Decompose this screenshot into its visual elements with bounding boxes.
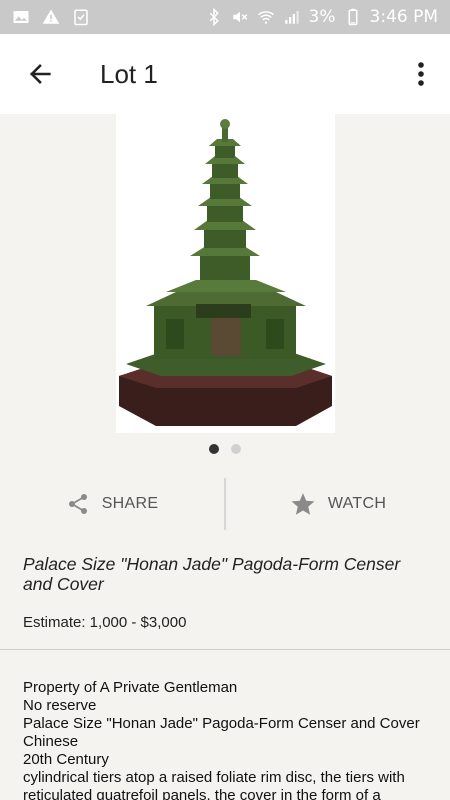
image-icon	[13, 11, 29, 23]
clipboard-check-icon	[74, 9, 88, 26]
mute-icon	[232, 11, 247, 23]
gallery-pager	[0, 444, 450, 454]
battery-percent: 3%	[308, 7, 336, 27]
lot-estimate: Estimate: 1,000 - $3,000	[23, 614, 187, 631]
status-time: 3:46 PM	[369, 7, 439, 27]
wifi-icon	[257, 11, 274, 24]
more-vertical-icon	[418, 62, 424, 86]
description-line: Chinese	[23, 733, 79, 750]
lot-image[interactable]	[116, 114, 335, 433]
pager-dot-2[interactable]	[231, 444, 241, 454]
description-line: cylindrical tiers atop a raised foliate …	[23, 769, 405, 800]
description-line: 20th Century	[23, 751, 109, 768]
share-icon	[68, 494, 87, 514]
lot-description: Property of A Private Gentleman No reser…	[23, 679, 433, 800]
signal-icon	[284, 11, 299, 24]
image-gallery[interactable]	[0, 114, 450, 434]
description-line: Palace Size "Honan Jade" Pagoda-Form Cen…	[23, 715, 420, 732]
action-bar: SHARE WATCH	[0, 478, 450, 530]
bluetooth-icon	[209, 8, 219, 26]
watch-button[interactable]: WATCH	[226, 478, 450, 530]
share-label: SHARE	[101, 495, 159, 512]
back-button[interactable]	[20, 54, 60, 94]
page-title: Lot 1	[100, 58, 158, 89]
pager-dot-1[interactable]	[209, 444, 219, 454]
status-bar: 3% 3:46 PM	[0, 0, 450, 34]
description-line: No reserve	[23, 697, 97, 714]
app-bar: Lot 1	[0, 34, 450, 114]
share-button[interactable]: SHARE	[0, 478, 224, 530]
description-line: Property of A Private Gentleman	[23, 679, 238, 696]
more-options-button[interactable]	[406, 54, 436, 94]
watch-label: WATCH	[327, 495, 387, 512]
pagoda-censer-image	[119, 119, 332, 426]
arrow-left-icon	[30, 64, 51, 84]
warning-icon	[42, 9, 60, 24]
star-icon	[291, 493, 315, 515]
lot-title: Palace Size "Honan Jade" Pagoda-Form Cen…	[23, 554, 401, 594]
battery-icon	[348, 8, 357, 26]
section-divider	[0, 649, 450, 650]
